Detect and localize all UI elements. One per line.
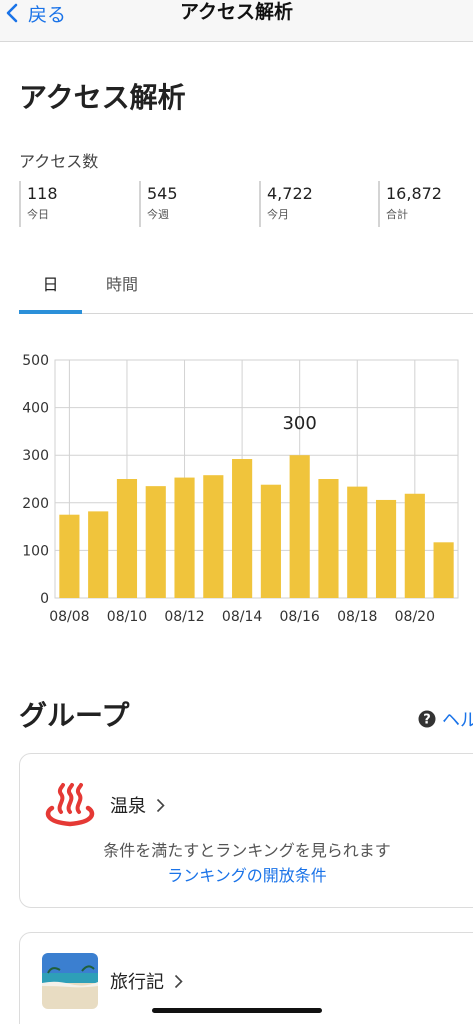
chevron-right-icon [156, 798, 165, 812]
home-indicator [152, 1008, 322, 1013]
stat-month: 4,722 今月 [259, 181, 313, 227]
bar [145, 486, 166, 598]
navigation-bar: 戻る アクセス解析 [0, 0, 473, 42]
stat-today: 118 今日 [19, 181, 58, 227]
bar [232, 459, 253, 598]
y-tick-label: 400 [22, 401, 49, 417]
question-circle-icon: ? [418, 710, 436, 728]
x-tick-label: 08/16 [279, 609, 319, 625]
stat-label: 今日 [27, 208, 49, 221]
x-tick-label: 08/14 [222, 609, 262, 625]
y-tick-label: 100 [22, 543, 49, 559]
stat-value: 16,872 [386, 184, 442, 203]
plot-frame [54, 359, 459, 599]
period-tabs: 日 時間 [19, 266, 473, 314]
y-tick-label: 300 [22, 448, 49, 464]
stat-total: 16,872 合計 [378, 181, 442, 227]
stat-label: 今月 [267, 208, 289, 221]
x-tick-label: 08/20 [395, 609, 435, 625]
help-link[interactable]: ? ヘル [418, 706, 473, 732]
stat-value: 118 [27, 184, 58, 203]
page-title: アクセス解析 [19, 81, 186, 114]
stat-label: 合計 [386, 208, 408, 221]
y-tick-label: 0 [40, 591, 49, 607]
tab-hour[interactable]: 時間 [87, 266, 157, 314]
bar [404, 493, 425, 598]
bar [116, 479, 138, 598]
bar [347, 486, 368, 598]
chevron-right-icon [174, 974, 183, 988]
x-tick-label: 08/10 [107, 609, 147, 625]
stat-week: 545 今週 [139, 181, 178, 227]
bar [375, 499, 397, 598]
access-bar-chart: 0 100 200 300 400 500 08/08 08/10 08/12 08/14 08/1… [22, 353, 459, 625]
stat-value: 545 [147, 184, 178, 203]
group-name: 旅行記 [110, 972, 164, 993]
bar [174, 477, 195, 598]
bar [318, 479, 339, 598]
bar [260, 484, 281, 598]
data-label: 300 [282, 413, 316, 434]
ranking-condition-text: 条件を満たすとランキングを見られます [103, 841, 391, 860]
group-card-header[interactable]: 温泉 [42, 782, 165, 828]
access-count-label: アクセス数 [19, 152, 99, 171]
stat-value: 4,722 [267, 184, 313, 203]
bar [433, 542, 454, 598]
onsen-icon [45, 783, 95, 827]
access-stats: 118 今日 545 今週 4,722 今月 16,872 合計 [19, 181, 473, 227]
bar [59, 514, 80, 598]
group-section-title: グループ [19, 699, 130, 732]
x-tick-label: 08/08 [49, 609, 89, 625]
nav-title: アクセス解析 [179, 1, 294, 23]
svg-text:?: ? [423, 713, 431, 728]
x-tick-label: 08/12 [164, 609, 204, 625]
ranking-unlock-link[interactable]: ランキングの開放条件 [20, 862, 473, 886]
bar [203, 475, 224, 598]
bar [88, 511, 109, 598]
group-name: 温泉 [110, 796, 146, 817]
beach-photo-thumbnail [42, 953, 98, 1009]
x-tick-label: 08/18 [337, 609, 377, 625]
group-card-header[interactable]: 旅行記 [42, 953, 183, 1009]
stat-label: 今週 [147, 208, 169, 221]
group-card-onsen: 温泉 条件を満たすとランキングを見られます ランキングの開放条件 [19, 753, 473, 908]
help-label: ヘル [442, 710, 473, 731]
y-tick-label: 500 [22, 353, 49, 369]
tab-day[interactable]: 日 [19, 266, 82, 314]
y-tick-label: 200 [22, 496, 49, 512]
bar [289, 455, 310, 598]
